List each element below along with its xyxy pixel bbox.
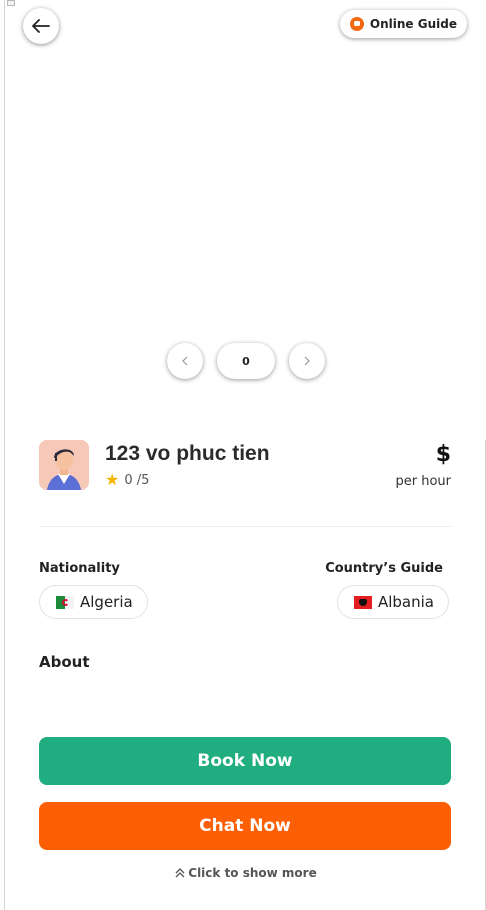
chevron-right-icon (304, 356, 310, 366)
gallery-prev-button[interactable] (167, 343, 203, 379)
arrow-left-icon (32, 19, 50, 33)
gallery-pager: 0 (5, 342, 486, 380)
online-guide-label: Online Guide (369, 17, 457, 31)
gallery-page-indicator: 0 (217, 343, 275, 379)
back-button[interactable] (23, 8, 59, 44)
country-guide-value: Albania (377, 593, 434, 611)
nationality-chip: Algeria (39, 585, 148, 619)
broken-image-icon (5, 0, 21, 10)
rating-value: 0 /5 (124, 472, 150, 488)
country-guide-chip: Albania (336, 585, 449, 619)
guide-photo-gallery[interactable]: Online Guide 0 (5, 0, 486, 440)
show-more-link[interactable]: Click to show more (5, 866, 486, 880)
algeria-flag-icon (56, 595, 74, 609)
star-icon: ★ (105, 470, 120, 489)
about-heading: About (39, 653, 90, 671)
nationality-value: Algeria (80, 593, 133, 611)
gallery-next-button[interactable] (289, 343, 325, 379)
guide-name: 123 vo phuc tien (105, 442, 270, 465)
online-status-icon (349, 17, 364, 31)
price-unit: per hour (395, 474, 451, 489)
divider (39, 526, 451, 527)
nationality-label: Nationality (39, 561, 120, 576)
guide-avatar (39, 440, 89, 490)
price-symbol: $ (435, 442, 451, 467)
country-guide-label: Country’s Guide (325, 561, 443, 576)
albania-flag-icon (353, 595, 372, 609)
book-now-button[interactable]: Book Now (39, 737, 451, 785)
online-guide-badge: Online Guide (339, 10, 467, 38)
guide-rating: ★ 0 /5 (105, 472, 149, 488)
chat-now-button[interactable]: Chat Now (39, 802, 451, 850)
guide-detail-screen: Online Guide 0 123 vo phuc tien ★ 0 /5 $… (4, 0, 486, 910)
double-chevron-up-icon (175, 868, 185, 878)
chevron-left-icon (182, 356, 188, 366)
show-more-label: Click to show more (188, 866, 317, 880)
